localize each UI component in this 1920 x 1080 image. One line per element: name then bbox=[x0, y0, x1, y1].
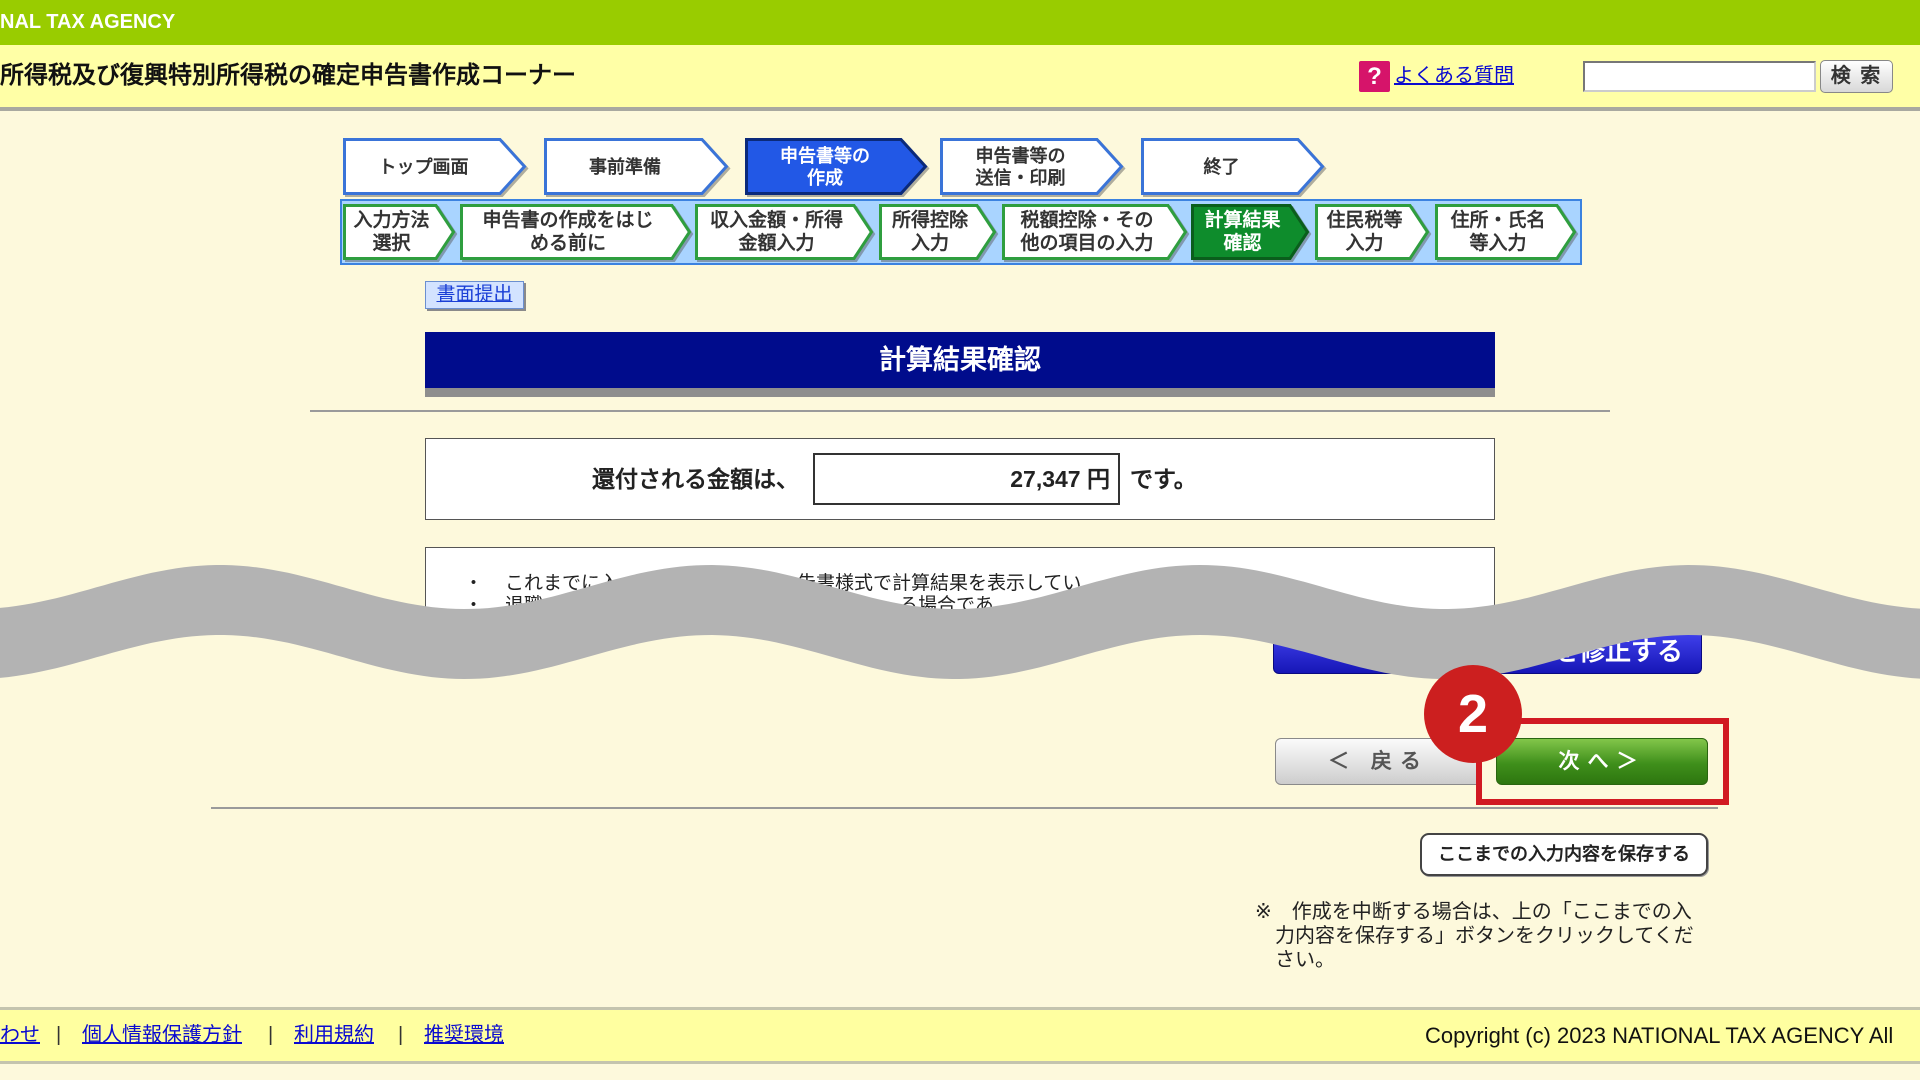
agency-name: NAL TAX AGENCY bbox=[0, 11, 176, 33]
search-input[interactable] bbox=[1583, 61, 1816, 92]
note-text-fragment: 退職 bbox=[505, 595, 544, 616]
step-label: トップ画面 bbox=[343, 138, 504, 195]
step-label-line: 送信・印刷 bbox=[975, 167, 1066, 188]
step-label: 所得控除 入力 bbox=[879, 204, 981, 260]
footer-separator: | bbox=[398, 1024, 404, 1046]
step-label-line: トップ画面 bbox=[378, 156, 469, 177]
step-label-line: 入力方法 bbox=[353, 210, 430, 231]
note-bullet: ・ bbox=[464, 595, 484, 616]
step-label-line: 終了 bbox=[1203, 156, 1240, 177]
footer-link-contact[interactable]: わせ bbox=[0, 1010, 40, 1061]
note-text-fragment: 告書様式で計算結果を表示してい bbox=[797, 573, 1082, 594]
step-label-line: 等入力 bbox=[1469, 233, 1527, 254]
step-label-line: 住所・氏名 bbox=[1450, 210, 1546, 231]
substep-income-amount: 収入金額・所得 金額入力 bbox=[695, 204, 874, 260]
step-label: 申告書等の 送信・印刷 bbox=[940, 138, 1101, 195]
faq-link[interactable]: よくある質問 bbox=[1394, 61, 1514, 92]
note-bullet: ・ bbox=[464, 573, 484, 594]
substep-address-name: 住所・氏名 等入力 bbox=[1435, 204, 1577, 260]
step-label-line: 金額入力 bbox=[738, 233, 815, 254]
step-label-line: 住民税等 bbox=[1326, 210, 1403, 231]
step-label-line: 作成 bbox=[807, 167, 843, 188]
footer-separator: | bbox=[56, 1024, 62, 1046]
question-icon[interactable]: ? bbox=[1359, 61, 1390, 92]
substep-before-creating: 申告書の作成をはじ める前に bbox=[460, 204, 692, 260]
section-title: 計算結果確認 bbox=[425, 332, 1495, 397]
search-button[interactable]: 検 索 bbox=[1820, 60, 1893, 93]
step-label-line: 入力 bbox=[910, 233, 949, 254]
step-label: 終了 bbox=[1141, 138, 1302, 195]
refund-amount-panel: 還付される金額は、 27,347 円 です。 bbox=[425, 438, 1495, 520]
note-text-fragment: これまでに入 bbox=[505, 573, 620, 594]
save-note: ※ 作成を中断する場合は、上の「ここまでの入力内容を保存する」ボタンをクリックし… bbox=[1255, 901, 1694, 971]
step-label: 住民税等 入力 bbox=[1315, 204, 1414, 260]
page-title: 所得税及び復興特別所得税の確定申告書作成コーナー bbox=[0, 62, 576, 89]
step-label-line: 事前準備 bbox=[589, 156, 661, 177]
step-label: 入力方法 選択 bbox=[343, 204, 440, 260]
divider bbox=[211, 807, 1718, 809]
step-number-callout: 2 bbox=[1424, 665, 1522, 763]
footer-link-environment[interactable]: 推奨環境 bbox=[424, 1010, 504, 1061]
substep-income-deduction: 所得控除 入力 bbox=[879, 204, 997, 260]
step-label-line: 選択 bbox=[372, 233, 411, 254]
step-label-line: 申告書等の bbox=[975, 145, 1066, 166]
step-label: 計算結果 確認 bbox=[1191, 204, 1294, 260]
step-label-line: 税額控除・その bbox=[1020, 210, 1154, 231]
footer-link-privacy[interactable]: 個人情報保護方針 bbox=[82, 1010, 242, 1061]
submission-method-tag: 書面提出 bbox=[425, 281, 524, 309]
step-label-line: 他の項目の入力 bbox=[1020, 233, 1154, 254]
step-label: 申告書等の 作成 bbox=[745, 138, 905, 195]
footer: わせ | 個人情報保護方針 | 利用規約 | 推奨環境 Copyright (c… bbox=[0, 1007, 1920, 1064]
step-preparation: 事前準備 bbox=[544, 138, 729, 195]
step-label: 事前準備 bbox=[544, 138, 706, 195]
agency-banner: NAL TAX AGENCY bbox=[0, 0, 1920, 45]
step-label: 税額控除・その 他の項目の入力 bbox=[1002, 204, 1172, 260]
step-label-line: 計算結果 bbox=[1204, 210, 1281, 231]
substep-resident-tax: 住民税等 入力 bbox=[1315, 204, 1430, 260]
footer-link-terms[interactable]: 利用規約 bbox=[294, 1010, 374, 1061]
refund-amount-value: 27,347 円 bbox=[813, 453, 1120, 505]
divider bbox=[310, 410, 1610, 412]
step-label: 収入金額・所得 金額入力 bbox=[695, 204, 858, 260]
step-label-line: 申告書等の bbox=[780, 145, 870, 166]
substep-tax-credit-other: 税額控除・その 他の項目の入力 bbox=[1002, 204, 1188, 260]
step-label-line: 申告書の作成をはじ bbox=[482, 210, 654, 231]
substep-calculation-result: 計算結果 確認 bbox=[1191, 204, 1310, 260]
save-progress-button[interactable]: ここまでの入力内容を保存する bbox=[1420, 833, 1708, 876]
step-create-return: 申告書等の 作成 bbox=[745, 138, 928, 195]
copyright: Copyright (c) 2023 NATIONAL TAX AGENCY A… bbox=[1425, 1023, 1894, 1048]
refund-suffix: です。 bbox=[1130, 466, 1197, 492]
step-label: 申告書の作成をはじ める前に bbox=[460, 204, 676, 260]
refund-label: 還付される金額は、 bbox=[592, 466, 799, 492]
step-label-line: 確認 bbox=[1223, 233, 1262, 254]
step-label-line: 収入金額・所得 bbox=[709, 210, 843, 231]
substep-input-method: 入力方法 選択 bbox=[343, 204, 456, 260]
step-label-line: 所得控除 bbox=[891, 210, 968, 231]
header: 所得税及び復興特別所得税の確定申告書作成コーナー ? よくある質問 検 索 bbox=[0, 45, 1920, 111]
note-text-fragment: る場合であ bbox=[899, 595, 994, 616]
page: NAL TAX AGENCY 所得税及び復興特別所得税の確定申告書作成コーナー … bbox=[0, 0, 1920, 1080]
notes-panel: ・ これまでに入 告書様式で計算結果を表示してい ・ 退職 る場合であ bbox=[425, 547, 1495, 620]
step-top-screen: トップ画面 bbox=[343, 138, 527, 195]
step-label-line: める前に bbox=[529, 233, 606, 254]
step-label: 住所・氏名 等入力 bbox=[1435, 204, 1561, 260]
step-label-line: 入力 bbox=[1345, 233, 1384, 254]
footer-separator: | bbox=[268, 1024, 274, 1046]
step-send-print: 申告書等の 送信・印刷 bbox=[940, 138, 1124, 195]
step-finish: 終了 bbox=[1141, 138, 1325, 195]
